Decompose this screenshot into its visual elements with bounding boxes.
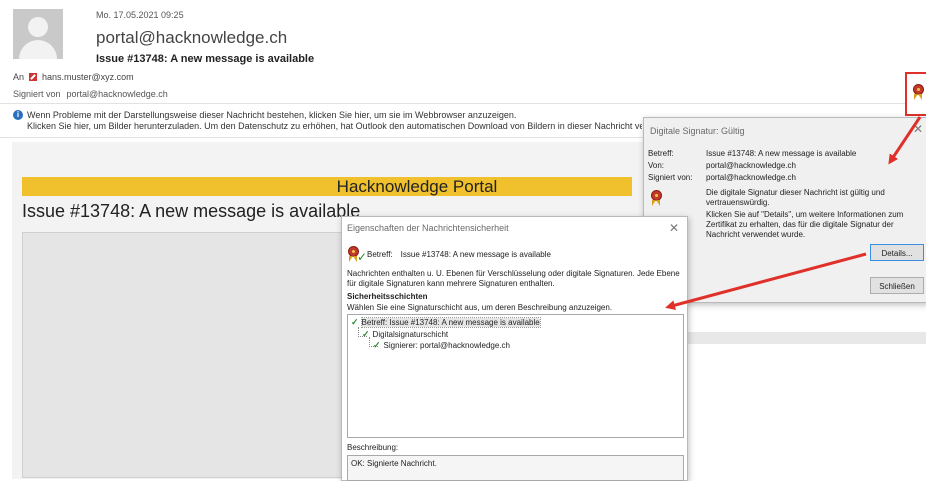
to-label: An <box>13 72 25 82</box>
checkmark-icon: ✓ <box>351 317 359 327</box>
signiert-label: Signiert von: <box>648 173 693 182</box>
signed-by-row: Signiert von portal@hacknowledge.ch <box>13 89 168 99</box>
email-date: Mo. 17.05.2021 09:25 <box>96 10 184 20</box>
layers-heading: Sicherheitsschichten <box>347 292 428 301</box>
close-icon[interactable]: ✕ <box>669 221 679 235</box>
signed-by-label: Signiert von <box>13 89 61 99</box>
security-properties-dialog: Eigenschaften der Nachrichtensicherheit … <box>341 216 688 481</box>
betreff-value: Issue #13748: A new message is available <box>706 149 857 158</box>
layers-hint: Wählen Sie eine Signaturschicht aus, um … <box>347 303 613 312</box>
betreff-label: Betreff: <box>648 149 674 158</box>
close-button[interactable]: Schließen <box>870 277 924 294</box>
dialog-title: Eigenschaften der Nachrichtensicherheit <box>347 223 509 233</box>
description-box: OK: Signierte Nachricht. <box>347 455 684 481</box>
email-subject: Issue #13748: A new message is available <box>96 53 315 65</box>
tree-item-signer[interactable]: ✓ Signierer: portal@hacknowledge.ch <box>373 340 510 351</box>
description-label: Beschreibung: <box>347 443 399 452</box>
message-content-box <box>22 232 346 478</box>
issue-title: Issue #13748: A new message is available <box>22 201 361 221</box>
details-hint-text: Klicken Sie auf "Details", um weitere In… <box>706 210 904 239</box>
email-sender[interactable]: portal@hacknowledge.ch <box>96 28 287 48</box>
von-value: portal@hacknowledge.ch <box>706 161 796 170</box>
checkmark-icon: ✓ <box>357 250 368 264</box>
dialog-title: Digitale Signatur: Gültig <box>650 126 745 136</box>
close-icon[interactable]: ✕ <box>913 122 923 136</box>
sender-avatar-icon[interactable] <box>13 9 63 59</box>
signiert-value: portal@hacknowledge.ch <box>706 173 796 182</box>
award-ribbon-icon <box>650 190 663 210</box>
tree-item-subject[interactable]: ✓ Betreff: Issue #13748: A new message i… <box>351 317 541 328</box>
display-problem-notice[interactable]: Wenn Probleme mit der Darstellungsweise … <box>27 110 516 120</box>
info-icon: i <box>13 110 23 120</box>
signed-by-address: portal@hacknowledge.ch <box>66 89 168 99</box>
properties-subject: Betreff: Issue #13748: A new message is a… <box>367 250 551 259</box>
download-images-notice[interactable]: Klicken Sie hier, um Bilder herunterzula… <box>27 121 642 131</box>
layers-description: Nachrichten enthalten u. U. Ebenen für V… <box>347 269 680 288</box>
body-right-lower <box>686 344 926 479</box>
signature-status-button[interactable] <box>905 72 926 116</box>
body-right-area <box>686 302 926 332</box>
body-right-bar <box>686 332 926 344</box>
details-button[interactable]: Details... <box>870 244 924 261</box>
betreff-value: Issue #13748: A new message is available <box>400 250 551 259</box>
checkmark-icon: ✓ <box>362 329 370 339</box>
recipient-row: An hans.muster@xyz.com <box>13 72 134 82</box>
award-ribbon-icon <box>912 84 925 104</box>
header-divider <box>0 103 926 104</box>
betreff-label: Betreff: <box>367 250 393 259</box>
recipient-status-icon <box>29 73 38 81</box>
recipient-address[interactable]: hans.muster@xyz.com <box>42 72 134 82</box>
von-label: Von: <box>648 161 665 170</box>
security-layers-tree[interactable]: ✓ Betreff: Issue #13748: A new message i… <box>347 314 684 438</box>
description-value: OK: Signierte Nachricht. <box>351 459 437 468</box>
signature-valid-text: Die digitale Signatur dieser Nachricht i… <box>706 188 885 207</box>
checkmark-icon: ✓ <box>373 340 381 350</box>
tree-item-signature-layer[interactable]: ✓ Digitalsignaturschicht <box>362 329 448 340</box>
